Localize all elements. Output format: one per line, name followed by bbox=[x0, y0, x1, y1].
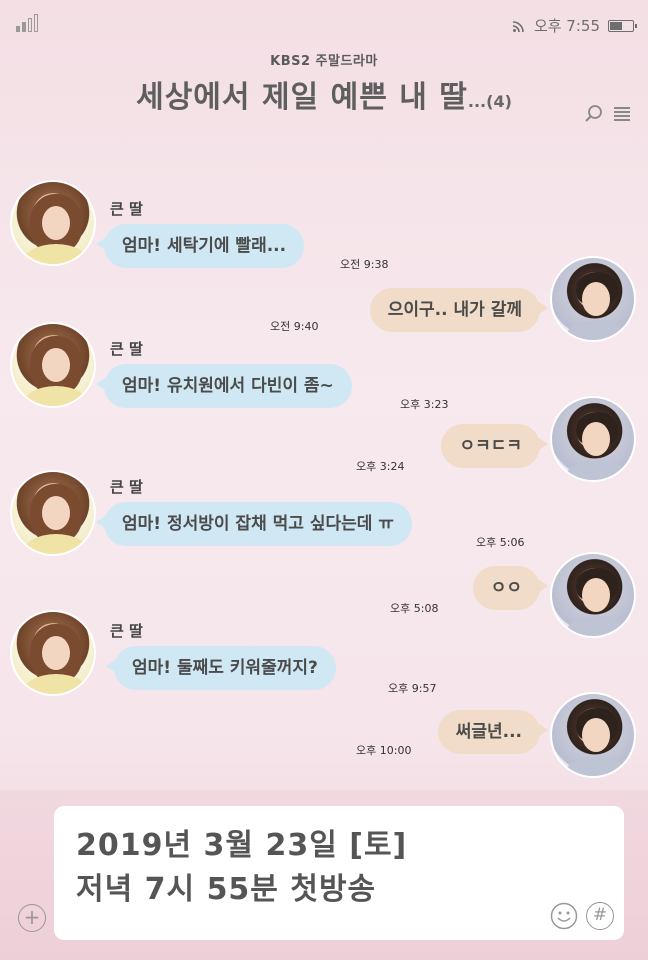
message-bubble[interactable]: 으이구.. 내가 갈께 bbox=[369, 288, 549, 332]
wifi-icon bbox=[512, 19, 526, 33]
message-bubble[interactable]: 엄마! 정서방이 잡채 먹고 싶다는데 ㅠ bbox=[96, 502, 412, 546]
avatar[interactable] bbox=[550, 552, 636, 638]
member-count: ...(4) bbox=[467, 92, 512, 111]
hash-icon[interactable]: # bbox=[586, 902, 614, 930]
page-title: 세상에서 제일 예쁜 내 딸 bbox=[136, 80, 468, 115]
message-time: 오전 9:40 bbox=[270, 320, 319, 333]
message-bubble[interactable]: ㅇㅇ bbox=[472, 566, 549, 610]
emoji-icon[interactable] bbox=[550, 902, 578, 930]
status-time: 오후 7:55 bbox=[533, 17, 600, 35]
avatar[interactable] bbox=[550, 256, 636, 342]
sender-name: 큰 딸 bbox=[110, 478, 143, 496]
input-bar: + 2019년 3월 23일 [토] 저녁 7시 55분 첫방송 # bbox=[0, 790, 648, 960]
message-time: 오후 3:24 bbox=[356, 460, 405, 473]
input-line-2: 저녁 7시 55분 첫방송 bbox=[76, 872, 377, 907]
signal-icon bbox=[16, 14, 38, 32]
search-icon[interactable] bbox=[584, 104, 604, 124]
sender-name: 큰 딸 bbox=[110, 622, 143, 640]
sender-name: 큰 딸 bbox=[110, 340, 143, 358]
menu-icon[interactable] bbox=[612, 104, 632, 124]
message-input[interactable]: 2019년 3월 23일 [토] 저녁 7시 55분 첫방송 bbox=[54, 806, 624, 940]
sender-name: 큰 딸 bbox=[110, 200, 143, 218]
network-label: KBS2 주말드라마 bbox=[270, 54, 378, 69]
avatar[interactable] bbox=[10, 322, 96, 408]
message-time: 오후 9:57 bbox=[388, 682, 437, 695]
message-time: 오후 3:23 bbox=[400, 398, 449, 411]
avatar[interactable] bbox=[10, 180, 96, 266]
message-bubble[interactable]: 엄마! 세탁기에 빨래... bbox=[95, 224, 305, 268]
message-time: 오후 10:00 bbox=[356, 744, 412, 757]
input-line-1: 2019년 3월 23일 [토] bbox=[76, 828, 408, 863]
message-bubble[interactable]: ㅇㅋㄷㅋ bbox=[441, 424, 548, 468]
battery-icon bbox=[608, 19, 637, 32]
title-row: 세상에서 제일 예쁜 내 딸...(4) bbox=[0, 72, 648, 116]
avatar[interactable] bbox=[550, 396, 636, 482]
message-bubble[interactable]: 엄마! 유치원에서 다빈이 좀~ bbox=[96, 364, 352, 408]
avatar[interactable] bbox=[10, 470, 96, 556]
status-bar: 오후 7:55 bbox=[0, 0, 648, 44]
avatar[interactable] bbox=[550, 692, 636, 778]
message-bubble[interactable]: 써글년... bbox=[437, 710, 549, 754]
chat-area[interactable]: 큰 딸 엄마! 세탁기에 빨래... 오전 9:38 으이구.. 내가 갈께 오… bbox=[0, 140, 648, 790]
plus-icon[interactable]: + bbox=[18, 904, 46, 932]
message-time: 오후 5:06 bbox=[476, 536, 525, 549]
avatar[interactable] bbox=[10, 610, 96, 696]
message-time: 오후 5:08 bbox=[390, 602, 439, 615]
message-bubble[interactable]: 엄마! 둘째도 키워줄꺼지? bbox=[106, 646, 336, 690]
chat-header: KBS2 주말드라마 세상에서 제일 예쁜 내 딸...(4) bbox=[0, 44, 648, 140]
message-time: 오전 9:38 bbox=[340, 258, 389, 271]
status-right: 오후 7:55 bbox=[512, 15, 637, 36]
header-icons bbox=[584, 104, 632, 124]
